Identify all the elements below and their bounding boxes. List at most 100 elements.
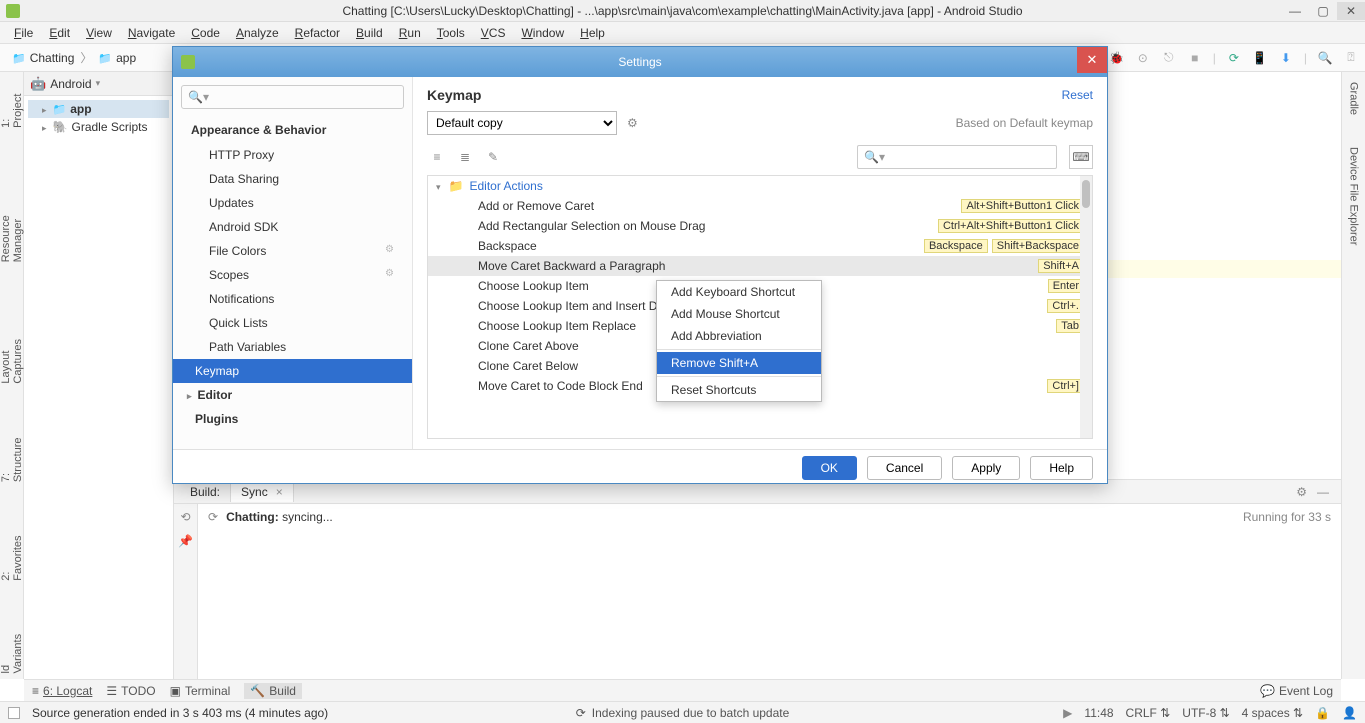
dialog-close-button[interactable]: ✕ <box>1077 47 1107 73</box>
keymap-search-input[interactable]: 🔍▾ <box>857 145 1057 169</box>
stop-icon[interactable]: ■ <box>1187 50 1203 66</box>
project-tree[interactable]: app 🐘 Gradle Scripts <box>24 96 173 140</box>
help-icon[interactable]: ⍰ <box>1343 50 1359 66</box>
menu-help[interactable]: Help <box>572 24 613 42</box>
keymap-row[interactable]: BackspaceBackspaceShift+Backspace <box>428 236 1092 256</box>
menu-refactor[interactable]: Refactor <box>287 24 348 42</box>
tool-tab-ld-variants[interactable]: ld Variants <box>0 617 26 679</box>
menu-view[interactable]: View <box>78 24 120 42</box>
keymap-row[interactable]: Add or Remove CaretAlt+Shift+Button1 Cli… <box>428 196 1092 216</box>
toolwin-todo[interactable]: ☰TODO <box>106 684 155 698</box>
menu-edit[interactable]: Edit <box>41 24 78 42</box>
apply-button[interactable]: Apply <box>952 456 1020 480</box>
nav-item-scopes[interactable]: Scopes <box>173 263 412 287</box>
toolwin-terminal[interactable]: ▣Terminal <box>170 684 231 698</box>
maximize-button[interactable]: ▢ <box>1309 2 1337 20</box>
line-ending[interactable]: CRLF ⇅ <box>1126 706 1171 720</box>
menu-run[interactable]: Run <box>391 24 429 42</box>
profile-icon[interactable]: ⊙ <box>1135 50 1151 66</box>
gear-icon[interactable]: ⚙ <box>1296 485 1307 499</box>
minimize-button[interactable]: — <box>1281 2 1309 20</box>
nav-item-file-colors[interactable]: File Colors <box>173 239 412 263</box>
nav-item-data-sharing[interactable]: Data Sharing <box>173 167 412 191</box>
close-button[interactable]: ✕ <box>1337 2 1365 20</box>
breadcrumb-app[interactable]: app <box>92 49 142 67</box>
search-icon[interactable]: 🔍 <box>1317 50 1333 66</box>
attach-icon[interactable]: ⎋ <box>1161 50 1177 66</box>
nav-item-path-variables[interactable]: Path Variables <box>173 335 412 359</box>
tool-tab-device-file-explorer[interactable]: Device File Explorer <box>1346 141 1362 251</box>
expand-icon[interactable] <box>436 179 443 193</box>
context-item-add-mouse-shortcut[interactable]: Add Mouse Shortcut <box>657 303 821 325</box>
encoding[interactable]: UTF-8 ⇅ <box>1182 706 1229 720</box>
status-widget-icon[interactable] <box>8 707 20 719</box>
tree-item-gradle[interactable]: 🐘 Gradle Scripts <box>28 118 169 136</box>
find-by-shortcinto-button[interactable]: ⌨ <box>1069 145 1093 169</box>
edit-icon[interactable]: ✎ <box>483 147 503 167</box>
menu-code[interactable]: Code <box>183 24 228 42</box>
tool-tab-2--favorites[interactable]: 2: Favorites <box>0 518 26 587</box>
dialog-title-bar[interactable]: Settings ✕ <box>173 47 1107 77</box>
nav-item-keymap[interactable]: Keymap <box>173 359 412 383</box>
context-item-add-abbreviation[interactable]: Add Abbreviation <box>657 325 821 347</box>
nav-item-quick-lists[interactable]: Quick Lists <box>173 311 412 335</box>
play-icon[interactable]: ▶ <box>1063 706 1072 720</box>
close-icon[interactable]: × <box>276 485 283 499</box>
indent[interactable]: 4 spaces ⇅ <box>1242 706 1303 720</box>
scroll-thumb[interactable] <box>1082 180 1090 208</box>
help-button[interactable]: Help <box>1030 456 1093 480</box>
inspector-icon[interactable]: 👤 <box>1342 706 1357 720</box>
context-item-add-keyboard-shortcut[interactable]: Add Keyboard Shortcut <box>657 281 821 303</box>
menu-vcs[interactable]: VCS <box>473 24 514 42</box>
keymap-row[interactable]: Move Caret Backward a ParagraphShift+A <box>428 256 1092 276</box>
keymap-row[interactable]: Add Rectangular Selection on Mouse DragC… <box>428 216 1092 236</box>
toolwin-event-log[interactable]: 💬Event Log <box>1260 684 1333 698</box>
sdk-icon[interactable]: ⬇ <box>1278 50 1294 66</box>
menu-window[interactable]: Window <box>513 24 572 42</box>
keymap-tree-header[interactable]: 📁 Editor Actions <box>428 176 1092 196</box>
caret-position[interactable]: 11:48 <box>1084 706 1113 720</box>
lock-icon[interactable]: 🔒 <box>1315 706 1330 720</box>
sync-icon[interactable]: ⟳ <box>1226 50 1242 66</box>
ok-button[interactable]: OK <box>802 456 857 480</box>
nav-item-http-proxy[interactable]: HTTP Proxy <box>173 143 412 167</box>
context-item-reset[interactable]: Reset Shortcuts <box>657 379 821 401</box>
cancel-button[interactable]: Cancel <box>867 456 942 480</box>
tool-tab-7--structure[interactable]: 7: Structure <box>0 420 26 488</box>
nav-item-plugins[interactable]: Plugins <box>173 407 412 431</box>
nav-group-appearance[interactable]: Appearance & Behavior <box>173 117 412 143</box>
tool-tab-gradle[interactable]: Gradle <box>1346 76 1362 121</box>
tool-tab-resource-manager[interactable]: Resource Manager <box>0 164 26 268</box>
expand-icon[interactable] <box>42 120 49 134</box>
menu-navigate[interactable]: Navigate <box>120 24 183 42</box>
keymap-scheme-select[interactable]: Default copy <box>427 111 617 135</box>
avd-icon[interactable]: 📱 <box>1252 50 1268 66</box>
context-item-remove[interactable]: Remove Shift+A <box>657 352 821 374</box>
nav-item-updates[interactable]: Updates <box>173 191 412 215</box>
expand-icon[interactable] <box>42 102 49 116</box>
scrollbar[interactable] <box>1080 176 1092 438</box>
gear-icon[interactable]: ⚙ <box>627 116 638 130</box>
tool-tab-layout-captures[interactable]: Layout Captures <box>0 298 26 390</box>
menu-tools[interactable]: Tools <box>429 24 473 42</box>
menu-file[interactable]: File <box>6 24 41 42</box>
project-panel-header[interactable]: 🤖 Android ▾ <box>24 72 173 96</box>
debug-icon[interactable]: 🐞 <box>1109 50 1125 66</box>
nav-item-android-sdk[interactable]: Android SDK <box>173 215 412 239</box>
reset-link[interactable]: Reset <box>1062 88 1093 102</box>
collapse-all-icon[interactable]: ≣ <box>455 147 475 167</box>
menu-build[interactable]: Build <box>348 24 391 42</box>
toolwin-build[interactable]: 🔨Build <box>244 683 302 699</box>
todo-icon: ☰ <box>106 684 117 698</box>
minimize-icon[interactable]: — <box>1317 485 1329 499</box>
breadcrumb-root[interactable]: Chatting <box>6 49 80 67</box>
nav-item-editor[interactable]: Editor <box>173 383 412 407</box>
toolwin-logcat[interactable]: ≡6: Logcat <box>32 684 92 698</box>
tree-label: app <box>70 102 91 116</box>
tool-tab-1--project[interactable]: 1: Project <box>0 76 26 134</box>
settings-search-input[interactable]: 🔍▾ <box>181 85 404 109</box>
expand-all-icon[interactable]: ≡ <box>427 147 447 167</box>
menu-analyze[interactable]: Analyze <box>228 24 287 42</box>
nav-item-notifications[interactable]: Notifications <box>173 287 412 311</box>
tree-item-app[interactable]: app <box>28 100 169 118</box>
